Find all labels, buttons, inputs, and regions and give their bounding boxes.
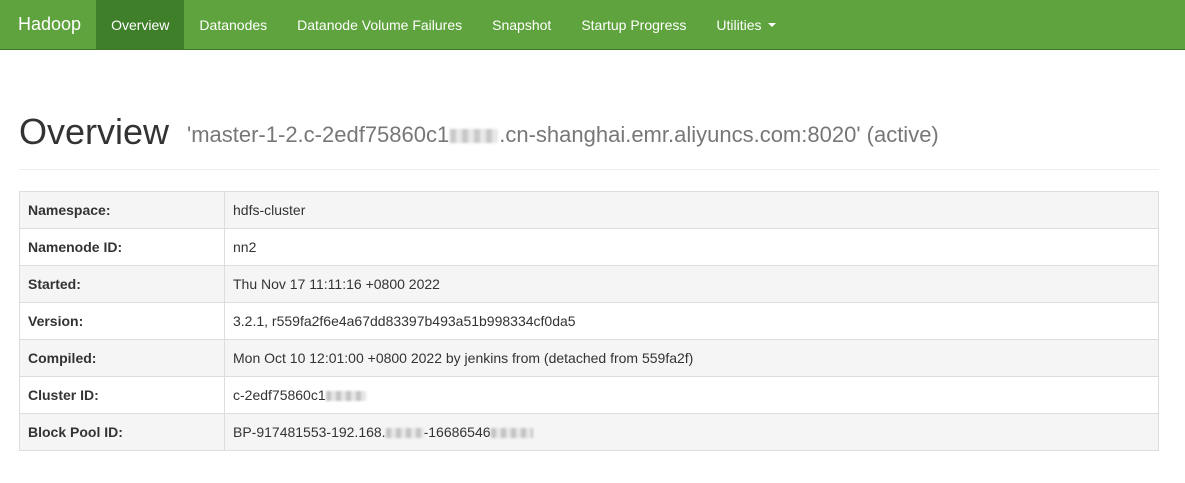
redacted-blur xyxy=(325,391,366,402)
nav-utilities-label: Utilities xyxy=(716,16,762,33)
brand-logo[interactable]: Hadoop xyxy=(0,0,96,49)
table-row: Started: Thu Nov 17 11:11:16 +0800 2022 xyxy=(19,265,1159,303)
row-key: Namenode ID: xyxy=(19,228,225,266)
block-pool-id-part1: BP-917481553-192.168. xyxy=(233,424,386,440)
nav-snapshot[interactable]: Snapshot xyxy=(477,0,566,49)
nav-overview[interactable]: Overview xyxy=(96,0,185,49)
row-value: Thu Nov 17 11:11:16 +0800 2022 xyxy=(224,265,1159,303)
row-key: Cluster ID: xyxy=(19,376,225,414)
page-header: Overview 'master-1-2.c-2edf75860c1 .cn-sh… xyxy=(19,108,1159,170)
row-value: 3.2.1, r559fa2f6e4a67dd83397b493a51b9983… xyxy=(224,302,1159,340)
row-key: Block Pool ID: xyxy=(19,413,225,451)
row-value: nn2 xyxy=(224,228,1159,266)
namenode-address-suffix: .cn-shanghai.emr.aliyuncs.com:8020' (act… xyxy=(499,122,939,147)
block-pool-id-part2: -16686546 xyxy=(423,424,491,440)
row-value: BP-917481553-192.168. -16686546 xyxy=(224,413,1159,451)
nav-utilities-dropdown[interactable]: Utilities xyxy=(701,0,790,49)
row-key: Namespace: xyxy=(19,191,225,229)
page-title: Overview xyxy=(19,111,170,152)
top-navbar: Hadoop Overview Datanodes Datanode Volum… xyxy=(0,0,1185,50)
redacted-blur xyxy=(385,428,424,439)
row-value: hdfs-cluster xyxy=(224,191,1159,229)
cluster-id-text: c-2edf75860c1 xyxy=(233,387,326,403)
table-row: Cluster ID: c-2edf75860c1 xyxy=(19,376,1159,414)
nav-datanode-volume-failures[interactable]: Datanode Volume Failures xyxy=(282,0,477,49)
table-row: Namenode ID: nn2 xyxy=(19,228,1159,266)
row-key: Started: xyxy=(19,265,225,303)
redacted-blur xyxy=(490,428,533,439)
table-row: Version: 3.2.1, r559fa2f6e4a67dd83397b49… xyxy=(19,302,1159,340)
redacted-blur xyxy=(450,129,499,144)
namenode-address: 'master-1-2.c-2edf75860c1 .cn-shanghai.em… xyxy=(187,122,939,148)
table-row: Compiled: Mon Oct 10 12:01:00 +0800 2022… xyxy=(19,339,1159,377)
row-value: c-2edf75860c1 xyxy=(224,376,1159,414)
row-value: Mon Oct 10 12:01:00 +0800 2022 by jenkin… xyxy=(224,339,1159,377)
nav-datanodes[interactable]: Datanodes xyxy=(184,0,282,49)
table-row: Namespace: hdfs-cluster xyxy=(19,191,1159,229)
nav-startup-progress[interactable]: Startup Progress xyxy=(566,0,701,49)
namenode-address-prefix: 'master-1-2.c-2edf75860c1 xyxy=(187,122,450,147)
caret-down-icon xyxy=(767,22,776,27)
row-key: Version: xyxy=(19,302,225,340)
table-row: Block Pool ID: BP-917481553-192.168. -166… xyxy=(19,413,1159,451)
row-key: Compiled: xyxy=(19,339,225,377)
overview-info-table: Namespace: hdfs-cluster Namenode ID: nn2… xyxy=(19,191,1159,451)
